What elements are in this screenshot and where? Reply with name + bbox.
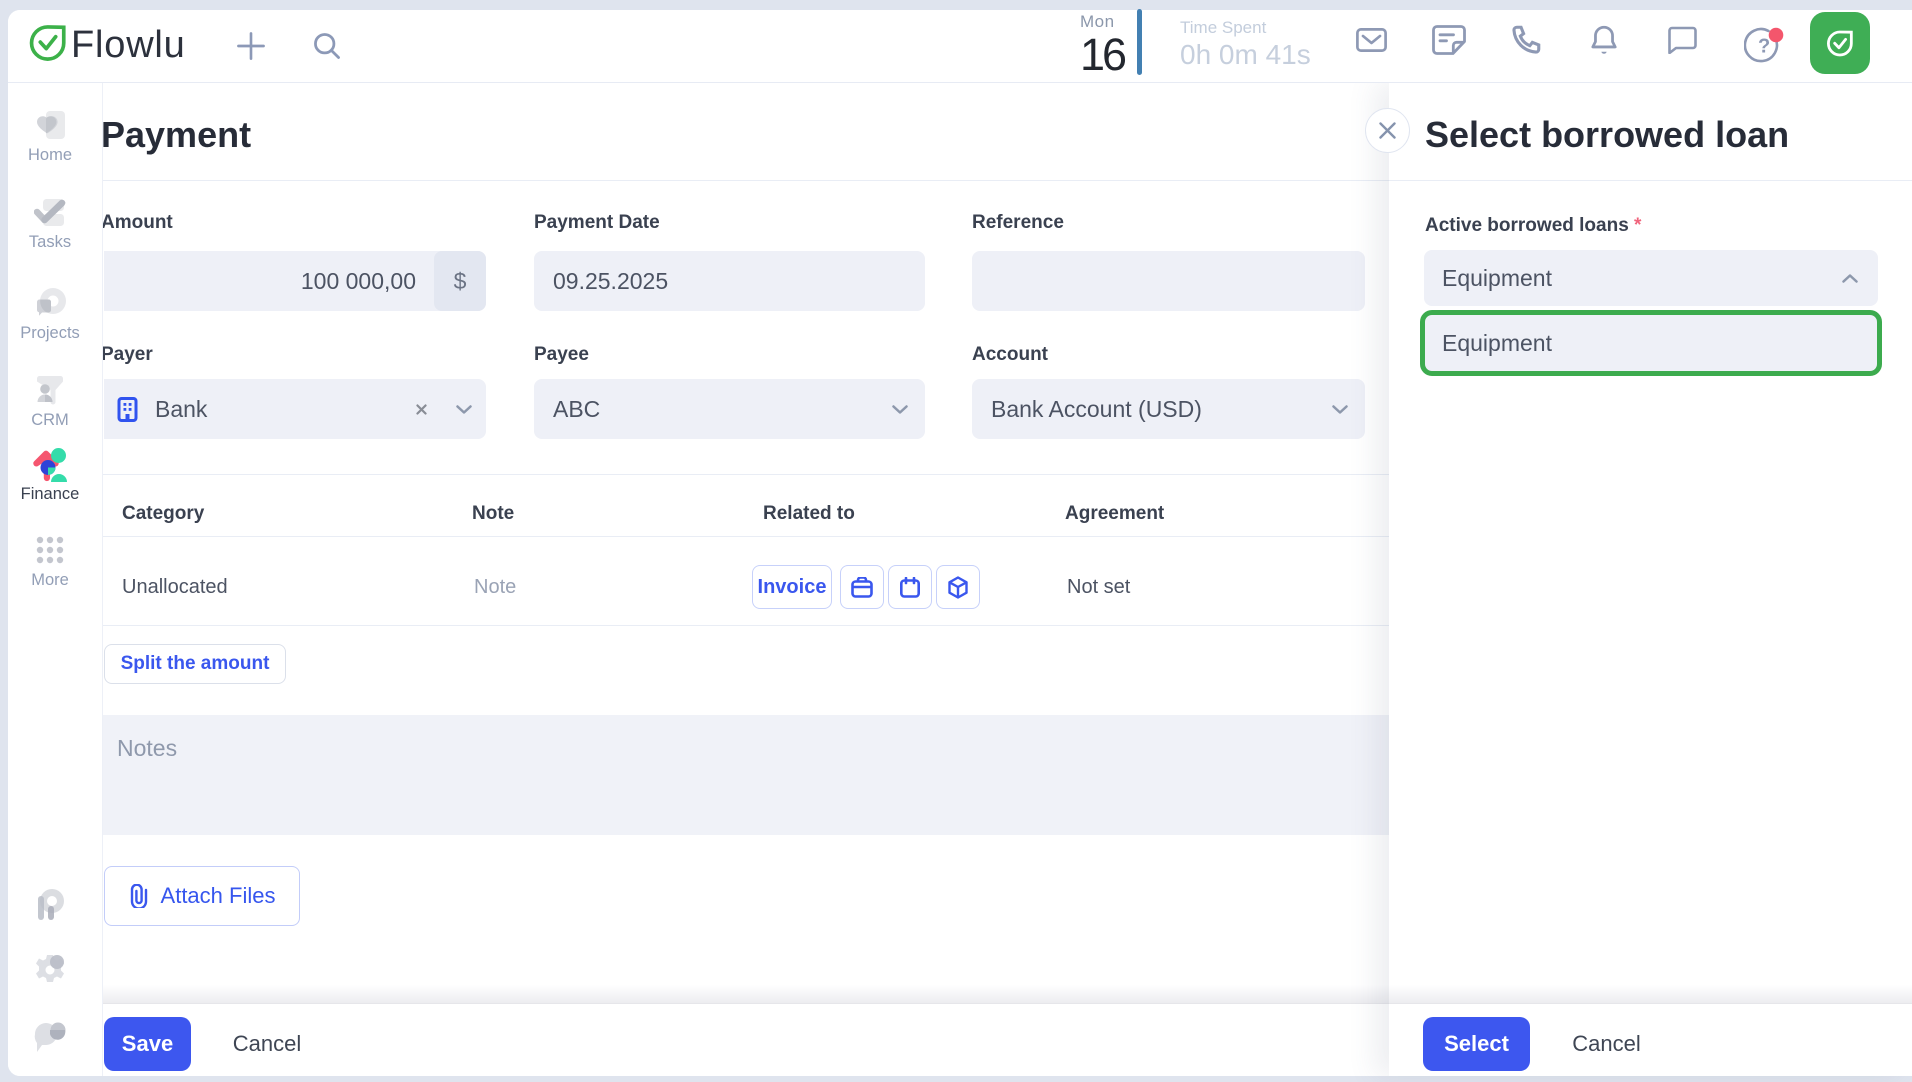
svg-text:?: ? [1758, 36, 1770, 58]
